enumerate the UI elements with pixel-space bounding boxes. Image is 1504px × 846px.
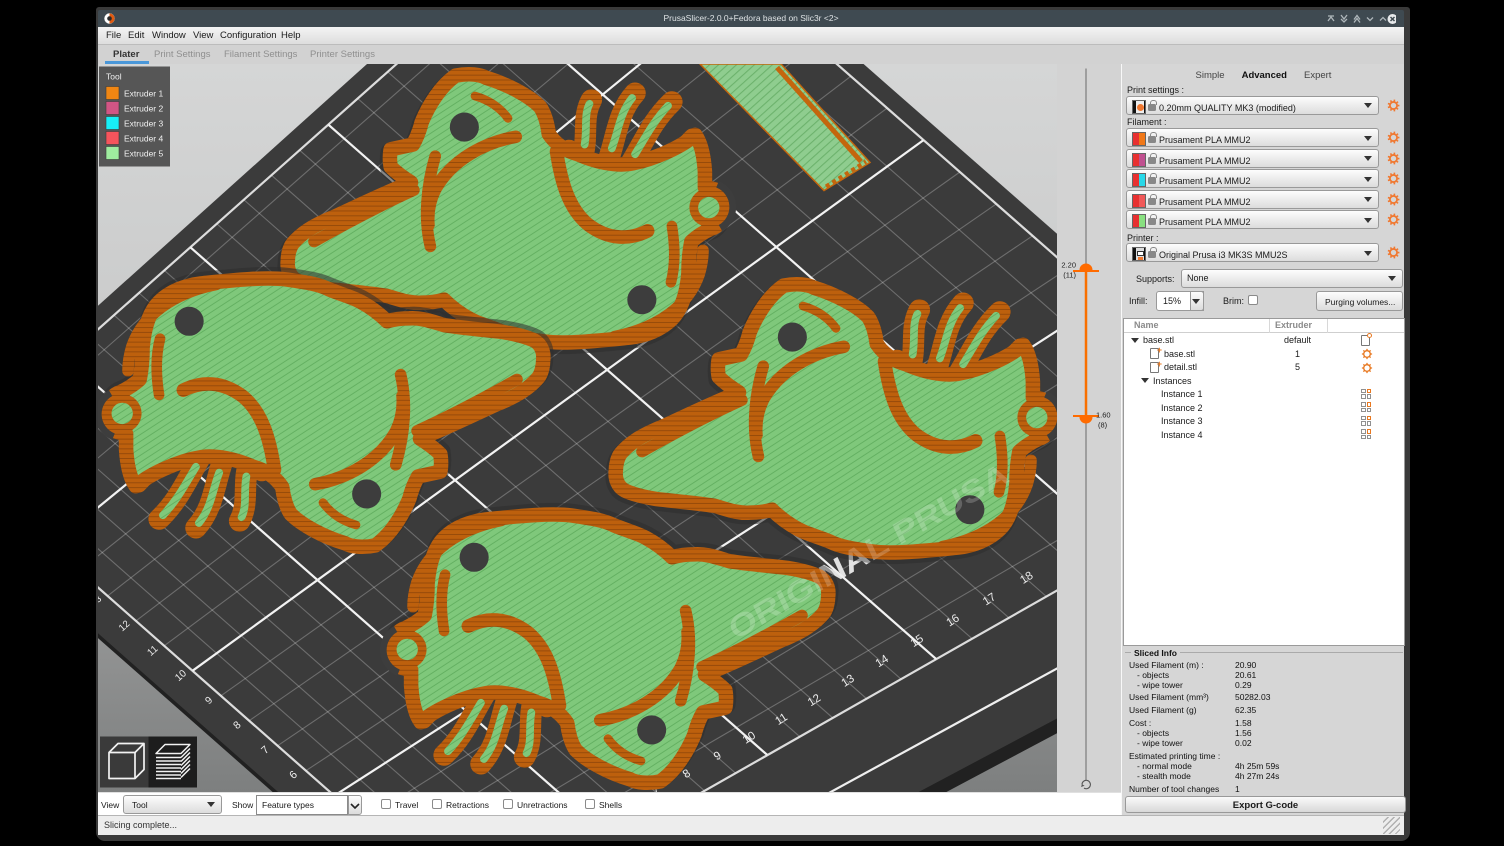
svg-text:Extruder 1: Extruder 1 [124,88,163,98]
svg-text:1.60: 1.60 [1096,410,1111,419]
svg-text:(8): (8) [1098,420,1108,429]
svg-text:Extruder 4: Extruder 4 [124,133,163,143]
svg-text:Extruder 5: Extruder 5 [124,148,163,158]
svg-text:(11): (11) [1063,270,1076,279]
svg-text:2.20: 2.20 [1061,260,1076,269]
svg-text:Tool: Tool [106,71,122,81]
svg-text:Extruder 3: Extruder 3 [124,118,163,128]
svg-text:Extruder 2: Extruder 2 [124,103,163,113]
